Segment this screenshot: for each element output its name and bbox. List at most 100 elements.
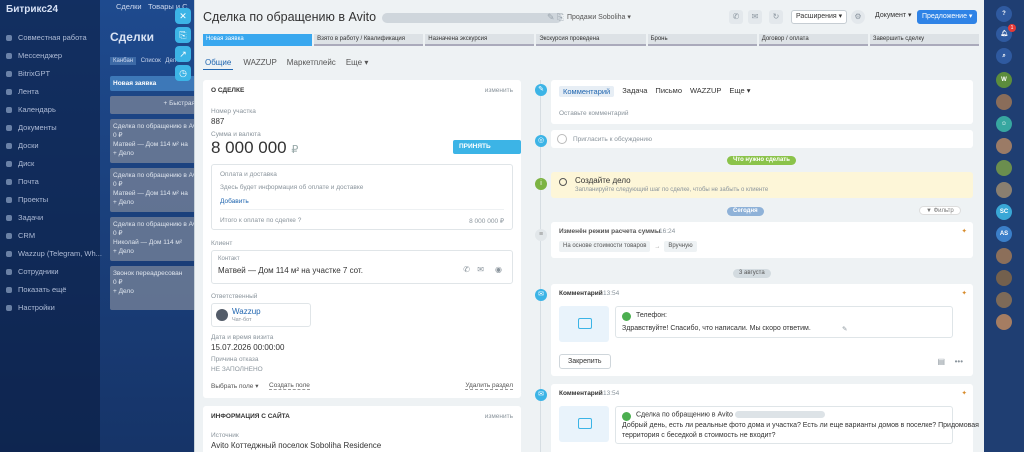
funnel-selector[interactable]: Продажи Soboliha ▾ [567,13,631,21]
delete-section-link[interactable]: Удалить раздел [465,382,513,390]
bg-view-kanban[interactable]: Канбан [110,57,137,65]
sidebar-item[interactable]: Почта [0,173,100,191]
avatar[interactable] [996,270,1012,286]
plot-value[interactable]: 887 [211,117,224,126]
editor-tab-email[interactable]: Письмо [655,86,682,97]
extensions-button[interactable]: Расширения ▾ [791,10,848,24]
pin-icon[interactable]: ✦ [962,289,967,297]
sidebar-item[interactable]: Календарь [0,101,100,119]
bot-avatar[interactable]: ☺ [996,116,1012,132]
contact-label: Контакт [218,256,240,262]
comment-input[interactable]: Оставьте комментарий [559,110,629,117]
stage-6[interactable]: Договор / оплата [758,34,868,46]
offer-button[interactable]: Предложение ▾ [917,10,978,24]
payment-add-link[interactable]: Добавить [220,198,249,205]
stage-7[interactable]: Завершить сделку [869,34,979,46]
tab-wazzup[interactable]: WAZZUP [243,56,276,70]
sidebar-item[interactable]: CRM [0,227,100,245]
editor-tab-task[interactable]: Задача [622,86,647,97]
kanban-card[interactable]: Сделка по обращению в Avito 0 ₽ Матвей — Д… [110,168,198,212]
avatar[interactable] [996,314,1012,330]
mail-icon[interactable]: ✉ [477,265,484,274]
source-value[interactable]: Avito Коттеджный поселок Soboliha Reside… [211,441,381,450]
avatar[interactable]: W [996,72,1012,88]
tab-marketplace[interactable]: Маркетплейс [287,56,336,70]
note-icon[interactable]: ▤ [937,357,945,366]
sum-value[interactable]: 8 000 000 ₽ [211,138,298,158]
settings-gear-icon[interactable]: ⚙ [851,10,865,24]
edit-comment-icon[interactable]: ✎ [842,325,847,333]
site-info-edit[interactable]: изменить [485,413,513,420]
stage-5[interactable]: Бронь [647,34,757,46]
help-icon[interactable]: ? [996,6,1012,22]
editor-tab-more[interactable]: Еще ▾ [729,86,750,97]
avatar[interactable] [996,138,1012,154]
stage-2[interactable]: Взято в работу / Квалификация [314,34,424,46]
kanban-card[interactable]: Сделка по обращению в Avito 0 ₽ Матвей — Д… [110,119,198,163]
accept-payment-button[interactable]: ПРИНЯТЬ ОПЛАТУ [453,140,521,164]
pin-icon[interactable]: ✦ [962,389,967,397]
kanban-card[interactable]: Сделка по обращению в Avito 0 ₽ Николай — … [110,217,198,261]
avatar[interactable] [996,248,1012,264]
refresh-icon[interactable]: ↻ [769,10,783,24]
avatar[interactable] [996,94,1012,110]
tab-more[interactable]: Еще ▾ [346,56,369,70]
phone-icon[interactable]: ✆ [463,265,470,274]
sidebar-item[interactable]: Проекты [0,191,100,209]
avatar[interactable] [996,182,1012,198]
history-button[interactable]: ◷ [175,65,191,81]
responsible-name[interactable]: Wazzup [232,307,261,316]
chat-icon[interactable]: ◉ [495,265,502,274]
bg-view-list[interactable]: Список [141,58,161,64]
help-icon[interactable]: ? [298,217,302,224]
copy-link-button[interactable]: ⎘ [175,27,191,43]
pin-comment-button[interactable]: Закрепить [559,354,611,369]
kanban-quick-add[interactable]: + Быстрая [110,96,198,114]
kanban-card[interactable]: Звонок переадресован 0 ₽ + Дело [110,266,198,310]
sidebar-item[interactable]: Задачи [0,209,100,227]
invite-discussion[interactable]: Пригласить к обсуждению [551,130,973,148]
sidebar-item[interactable]: Сотрудники [0,263,100,281]
more-icon[interactable]: ••• [955,357,963,366]
sidebar-item[interactable]: Диск [0,155,100,173]
sidebar-item[interactable]: Документы [0,119,100,137]
visit-date-value[interactable]: 15.07.2026 00:00:00 [211,343,284,352]
sidebar-item[interactable]: Лента [0,83,100,101]
responsible-block[interactable]: Wazzup Чат-бот [211,303,311,327]
search-icon[interactable]: ⌕ [996,48,1012,64]
sidebar-item[interactable]: Совместная работа [0,29,100,47]
document-button[interactable]: Документ ▾ [871,10,916,24]
editor-tab-more-label: Еще [729,86,745,95]
about-deal-edit[interactable]: изменить [485,87,513,94]
avatar[interactable] [996,160,1012,176]
sidebar-item[interactable]: Показать ещё [0,281,100,299]
avatar-sc[interactable]: SC [996,204,1012,220]
sidebar-item[interactable]: Wazzup (Telegram, Wh... [0,245,102,263]
open-new-window-button[interactable]: ↗ [175,46,191,62]
sidebar-item[interactable]: BitrixGPT [0,65,100,83]
sidebar-item[interactable]: Доски [0,137,100,155]
stage-1[interactable]: Новая заявка [203,34,313,46]
message-icon[interactable]: ✉ [748,10,762,24]
sidebar-item[interactable]: Мессенджер [0,47,100,65]
contact-value[interactable]: Матвей — Дом 114 м² на участке 7 сот. [218,266,363,275]
avatar[interactable] [996,292,1012,308]
choose-field-link[interactable]: Выбрать поле ▾ [211,382,258,390]
tab-general[interactable]: Общие [203,56,234,70]
sidebar-item[interactable]: Настройки [0,299,100,317]
create-field-link[interactable]: Создать поле [269,382,310,390]
phone-icon[interactable]: ✆ [729,10,743,24]
edit-title-icon[interactable]: ✎ ⎘ [547,12,564,23]
stage-3[interactable]: Назначена экскурсия [425,34,535,46]
close-slider-button[interactable]: ✕ [175,8,191,24]
filter-button[interactable]: ▼ Фильтр [919,206,961,215]
editor-tab-wazzup[interactable]: WAZZUP [690,86,721,97]
create-activity-card[interactable]: Создайте дело Запланируйте следующий шаг… [551,172,973,198]
editor-tab-comment[interactable]: Комментарий [559,86,615,97]
bg-tab-deals[interactable]: Сделки [116,2,142,11]
timeline-column: ✎ Комментарий Задача Письмо WAZZUP Еще ▾… [535,80,979,452]
pin-icon[interactable]: ✦ [962,227,967,235]
stage-4[interactable]: Экскурсия проведена [536,34,646,46]
avatar-as[interactable]: AS [996,226,1012,242]
reason-value[interactable]: НЕ ЗАПОЛНЕНО [211,366,263,373]
